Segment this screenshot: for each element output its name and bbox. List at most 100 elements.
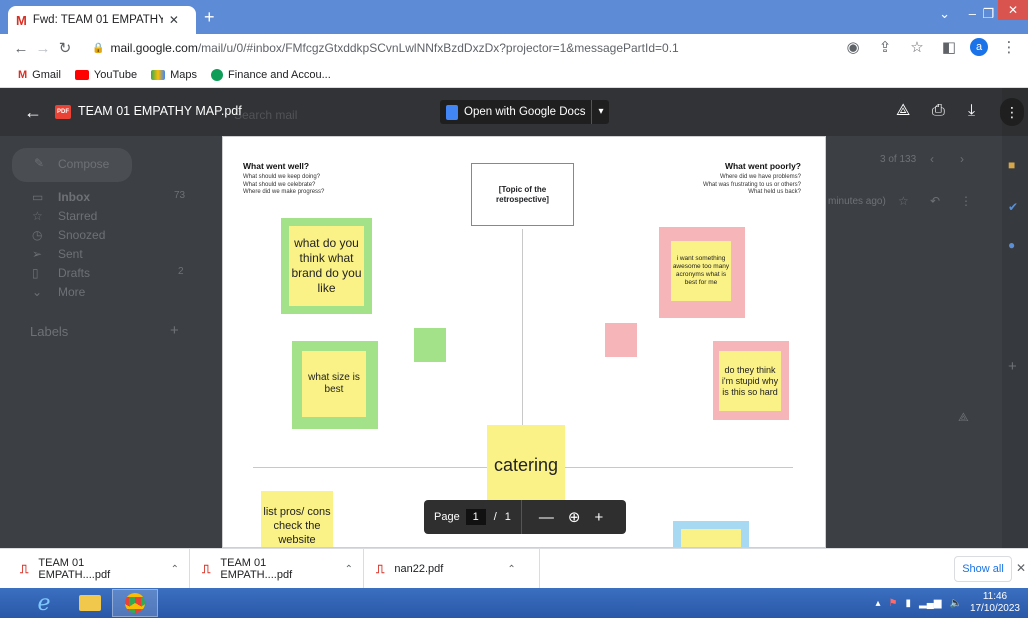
close-window-button[interactable]: ✕	[998, 0, 1028, 20]
sticky-note-frame: i want something awesome too many acrony…	[659, 227, 745, 318]
profile-avatar[interactable]: a	[970, 38, 988, 56]
contacts-icon: ●	[1008, 238, 1016, 252]
pdf-icon: ⎍	[20, 561, 29, 576]
more-menu-icon[interactable]: ⋮	[998, 38, 1020, 56]
tab-search-icon[interactable]: ⌄	[939, 6, 950, 22]
clock-icon: ◷	[32, 228, 43, 242]
reload-icon[interactable]: ↻	[54, 39, 76, 57]
pdf-page: What went well? What should we keep doin…	[222, 136, 826, 548]
sticky-note-catering: catering	[493, 455, 559, 475]
eye-icon[interactable]: ◉	[842, 38, 864, 56]
pdf-viewer-header: ← PDF TEAM 01 EMPATHY MAP.pdf Open with …	[0, 88, 1028, 136]
nav-starred-label: Starred	[58, 209, 98, 223]
nav-snoozed-label: Snoozed	[58, 228, 106, 242]
bookmark-finance[interactable]: Finance and Accou...	[211, 68, 331, 81]
download-filename: nan22.pdf	[394, 563, 444, 575]
pdf-icon: ⎍	[202, 561, 211, 576]
nav-inbox-label: Inbox	[58, 190, 90, 204]
browser-toolbar: ← → ↻ 🔒 mail.google.com /mail/u/0/#inbox…	[0, 34, 1028, 62]
empty-pink-note	[605, 323, 637, 357]
sticky-note-frame: what size is best	[292, 341, 378, 429]
address-bar[interactable]: 🔒 mail.google.com /mail/u/0/#inbox/FMfcg…	[92, 37, 882, 59]
page-number-input[interactable]: 1	[465, 509, 486, 525]
zoom-out-icon[interactable]: —	[539, 509, 554, 526]
sticky-note-frame: list pros/ cons check the website	[261, 491, 333, 547]
sticky-note-frame: catering	[487, 425, 565, 505]
reply-icon: ↶	[930, 194, 941, 208]
show-all-button[interactable]: Show all	[954, 556, 1012, 582]
url-host: mail.google.com	[110, 41, 198, 55]
tab-title: Fwd: TEAM 01 EMPATHY MAP.pd	[32, 14, 163, 26]
minimize-window-button[interactable]: –	[969, 6, 976, 21]
browser-tab-strip: M Fwd: TEAM 01 EMPATHY MAP.pd ✕ + ⌄ – ❐ …	[0, 0, 1028, 34]
nav-inbox-count: 73	[174, 190, 186, 201]
labels-heading: Labels	[30, 324, 69, 339]
chevron-up-icon[interactable]: ⌃	[171, 564, 179, 575]
went-well-subtext: What should we keep doing? What should w…	[243, 174, 325, 195]
nav-drafts-count: 2	[178, 266, 184, 277]
zoom-in-icon[interactable]: +	[594, 509, 603, 526]
download-icon[interactable]: ⤓	[968, 102, 975, 120]
gmail-favicon-icon: M	[16, 12, 27, 28]
chevron-up-icon[interactable]: ⌃	[507, 564, 515, 575]
share-icon[interactable]: ⇪	[874, 38, 896, 56]
gmail-icon: M	[18, 68, 28, 81]
internet-explorer-icon[interactable]: e	[24, 589, 64, 617]
sticky-note-size: what size is best	[302, 351, 366, 417]
sticky-note-blue	[681, 529, 741, 547]
download-filename: TEAM 01 EMPATH....pdf	[220, 557, 293, 581]
chevron-down-icon[interactable]: ▾	[591, 100, 609, 124]
close-downloads-icon[interactable]: ✕	[1016, 561, 1026, 575]
file-explorer-icon[interactable]	[70, 589, 110, 617]
sticky-note-frame	[673, 521, 749, 547]
bookmark-maps[interactable]: Maps	[151, 69, 197, 81]
download-item[interactable]: ⎍ TEAM 01 EMPATH....pdf ⌃	[182, 549, 364, 589]
add-to-drive-icon[interactable]: ⟁	[896, 102, 910, 120]
chevron-up-icon[interactable]: ⌃	[345, 564, 353, 575]
gmail-side-rail: ■ ✔ ● +	[1002, 88, 1028, 548]
zoom-icon[interactable]: ⊕	[568, 508, 581, 526]
browser-tab[interactable]: M Fwd: TEAM 01 EMPATHY MAP.pd ✕	[8, 6, 196, 34]
empty-green-note	[414, 328, 446, 362]
nav-drafts-label: Drafts	[58, 266, 91, 280]
close-tab-icon[interactable]: ✕	[169, 13, 179, 27]
bookmark-star-icon[interactable]: ☆	[906, 38, 928, 56]
volume-icon[interactable]: 🔈	[949, 598, 961, 609]
bookmarks-bar: M Gmail YouTube Maps Finance and Accou..…	[0, 62, 1028, 88]
download-item[interactable]: ⎍ nan22.pdf ⌃	[356, 549, 540, 589]
back-arrow-icon[interactable]: ←	[24, 102, 42, 123]
nav-more-label: More	[58, 285, 86, 299]
star-outline-icon: ☆	[898, 194, 909, 208]
restore-window-button[interactable]: ❐	[982, 6, 994, 22]
windows-taskbar: e ▴ ⚑ ▮ ▂▄▆ 🔈 11:46 17/10/2023	[0, 588, 1028, 618]
chrome-taskbar-icon[interactable]	[112, 589, 158, 617]
new-tab-button[interactable]: +	[204, 8, 215, 26]
page-separator: /	[493, 511, 497, 523]
add-to-drive-icon: ⟁	[958, 410, 969, 424]
more-options-icon[interactable]: ⋮	[1000, 98, 1024, 126]
print-icon[interactable]: ⎙	[932, 102, 945, 120]
sticky-note-pros-cons: list pros/ cons check the website	[263, 506, 331, 546]
side-panel-icon[interactable]: ◧	[938, 38, 960, 56]
chevron-down-icon: ⌄	[32, 285, 43, 299]
tray-expand-icon[interactable]: ▴	[876, 598, 881, 609]
pdf-file-title: TEAM 01 EMPATHY MAP.pdf	[78, 104, 242, 118]
system-clock[interactable]: 11:46 17/10/2023	[970, 591, 1020, 615]
prev-chevron-icon: ‹	[930, 152, 934, 166]
retrospective-topic-box: [Topic of the retrospective]	[471, 163, 574, 226]
signal-icon[interactable]: ▂▄▆	[919, 598, 941, 609]
network-alert-icon[interactable]: ⚑	[889, 598, 898, 609]
nav-divider	[520, 500, 522, 534]
bookmark-gmail[interactable]: M Gmail	[18, 69, 61, 81]
more-vert-icon: ⋮	[960, 194, 972, 208]
forward-arrow-icon[interactable]: →	[32, 40, 54, 57]
back-arrow-icon[interactable]: ←	[10, 40, 32, 57]
send-icon: ➢	[32, 247, 43, 261]
open-with-google-docs-button[interactable]: Open with Google Docs ▾	[440, 100, 610, 124]
clock-time: 11:46	[982, 591, 1008, 602]
battery-icon[interactable]: ▮	[906, 598, 912, 609]
page-label: Page	[434, 511, 460, 523]
bookmark-youtube[interactable]: YouTube	[74, 69, 137, 81]
youtube-icon	[74, 69, 89, 80]
download-item[interactable]: ⎍ TEAM 01 EMPATH....pdf ⌃	[0, 549, 190, 589]
